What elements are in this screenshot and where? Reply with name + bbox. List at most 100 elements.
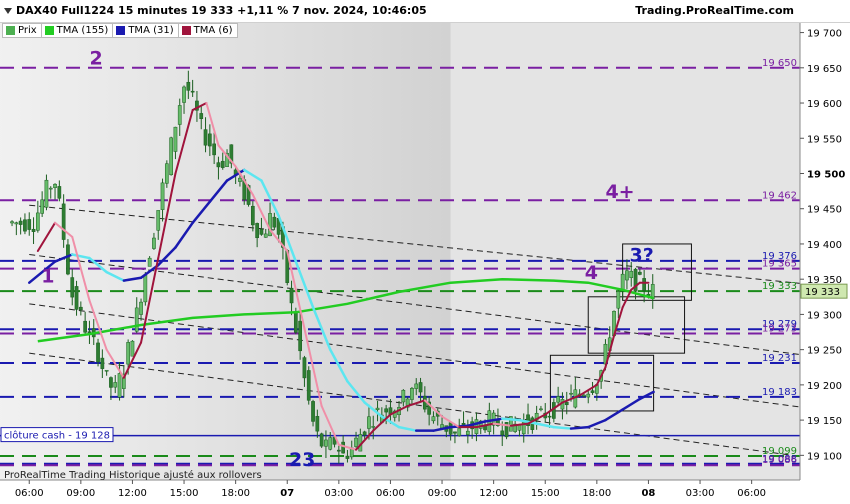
footer-note: ProRealTime Trading Historique ajusté au…: [4, 470, 262, 481]
y-tick-label: 19 700: [807, 29, 842, 40]
x-tick-label: 08: [641, 488, 655, 499]
candle-body: [564, 401, 569, 406]
x-tick-label: 15:00: [531, 488, 560, 499]
candle-body: [272, 216, 277, 228]
wave-annotation-2: 23: [289, 449, 315, 471]
candle-body: [293, 311, 298, 333]
tma31-segment: [500, 417, 521, 422]
candle-body: [216, 162, 221, 168]
candle-body: [336, 449, 341, 452]
candle-body: [70, 277, 75, 298]
candle-body: [220, 160, 225, 168]
candle-body: [61, 203, 66, 240]
dropdown-caret-icon[interactable]: [4, 8, 12, 14]
wave-annotation-0: 2: [89, 47, 102, 69]
legend-label: TMA (6): [193, 25, 233, 36]
candle-body: [465, 430, 470, 435]
legend-swatch-icon: [6, 26, 15, 35]
candle-body: [259, 229, 264, 235]
x-tick-label: 03:00: [324, 488, 353, 499]
legend-item-prix[interactable]: Prix: [2, 23, 42, 38]
candle-body: [31, 228, 36, 232]
level-label-19333: 19 333: [762, 281, 797, 292]
y-tick-label: 19 500: [807, 169, 845, 180]
candle-body: [186, 81, 191, 91]
x-tick-label: 03:00: [686, 488, 715, 499]
indicator-legend: Prix TMA (155) TMA (31) TMA (6): [2, 23, 238, 38]
candle-body: [345, 455, 350, 459]
candle-body: [539, 408, 543, 411]
wave-annotation-4: 4: [585, 262, 598, 284]
legend-item-tma-155[interactable]: TMA (155): [40, 23, 114, 38]
wave-annotation-1: 1: [41, 266, 54, 288]
candle-body: [371, 426, 376, 428]
candle-body: [453, 431, 457, 434]
y-tick-label: 19 300: [807, 310, 842, 321]
close-cash-label: clôture cash - 19 128: [4, 430, 110, 442]
candle-body: [620, 273, 625, 291]
candle-body: [625, 270, 629, 281]
level-label-19231: 19 231: [762, 353, 797, 364]
candle-body: [27, 219, 32, 230]
candle-body: [637, 271, 642, 275]
candle-body: [143, 274, 148, 303]
candle-body: [367, 416, 371, 429]
y-axis-panel: [800, 22, 850, 480]
candle-body: [375, 407, 380, 410]
candle-body: [328, 437, 333, 450]
x-tick-label: 09:00: [66, 488, 95, 499]
chart-title[interactable]: DAX40 Full1224 15 minutes 19 333 +1,11 %…: [4, 4, 427, 17]
y-tick-label: 19 150: [807, 416, 842, 427]
candle-body: [57, 186, 62, 199]
candle-body: [104, 369, 109, 372]
candle-body: [152, 237, 156, 249]
candle-body: [199, 113, 204, 119]
price-chart-svg[interactable]: 21234+43?5r5rclôture cash - 19 12819 650…: [0, 0, 850, 500]
level-label-19086: 19 086: [762, 455, 797, 466]
candle-body: [83, 320, 87, 333]
chart-area[interactable]: 21234+43?5r5rclôture cash - 19 12819 650…: [0, 0, 850, 500]
candle-body: [53, 183, 57, 188]
legend-swatch-icon: [116, 26, 126, 35]
candle-body: [100, 357, 105, 369]
candle-body: [586, 393, 591, 398]
candle-body: [616, 291, 621, 309]
y-tick-label: 19 550: [807, 134, 842, 145]
candle-body: [414, 383, 419, 389]
brand-label: Trading.ProRealTime.com: [635, 4, 794, 17]
candle-body: [319, 433, 324, 447]
candle-body: [302, 357, 307, 379]
candle-body: [35, 212, 40, 231]
legend-item-tma-31[interactable]: TMA (31): [112, 23, 179, 38]
candle-body: [418, 382, 423, 393]
level-label-19273: 19 273: [762, 323, 797, 334]
candle-body: [401, 389, 406, 403]
y-tick-label: 19 400: [807, 240, 842, 251]
x-tick-label: 12:00: [118, 488, 147, 499]
legend-item-tma-6[interactable]: TMA (6): [177, 23, 238, 38]
candle-body: [96, 342, 100, 363]
candle-body: [289, 287, 294, 304]
legend-swatch-icon: [181, 26, 191, 35]
instrument-title-text: DAX40 Full1224 15 minutes 19 333 +1,11 %…: [16, 4, 427, 17]
candle-body: [48, 187, 53, 190]
candle-body: [203, 129, 208, 146]
y-tick-label: 19 250: [807, 346, 842, 357]
plot-group: 21234+43?5r5rclôture cash - 19 12819 650…: [0, 22, 800, 480]
y-tick-label: 19 450: [807, 205, 842, 216]
candle-body: [44, 179, 49, 208]
candle-body: [109, 377, 113, 388]
candle-body: [117, 373, 122, 398]
candle-body: [311, 401, 315, 422]
chart-header: DAX40 Full1224 15 minutes 19 333 +1,11 %…: [0, 0, 850, 23]
candle-body: [40, 199, 44, 214]
candle-body: [212, 143, 216, 156]
candle-body: [306, 370, 311, 401]
candle-body: [14, 222, 19, 225]
x-tick-label: 06:00: [376, 488, 405, 499]
candle-body: [410, 388, 414, 400]
candle-body: [457, 428, 462, 436]
x-tick-label: 12:00: [479, 488, 508, 499]
candle-body: [130, 340, 135, 357]
tma31-segment: [569, 425, 590, 430]
